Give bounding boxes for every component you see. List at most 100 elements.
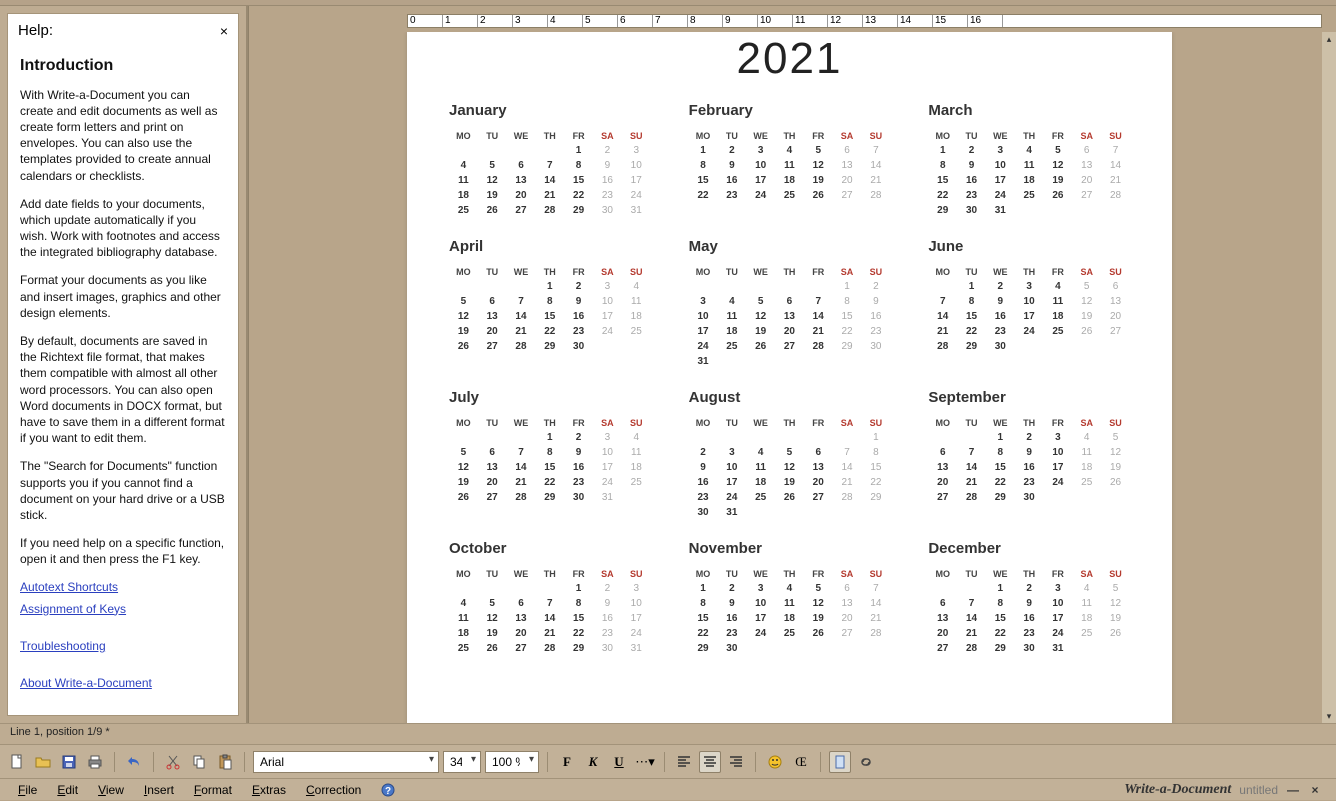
close-button[interactable]: × — [1308, 783, 1322, 797]
menu-edit[interactable]: Edit — [47, 781, 88, 799]
calendar-day: 3 — [986, 143, 1015, 158]
calendar-day — [535, 143, 564, 158]
calendar-day: 5 — [746, 294, 775, 309]
help-link[interactable]: Troubleshooting — [20, 638, 106, 654]
calendar-day: 10 — [1044, 596, 1073, 611]
menu-file[interactable]: File — [8, 781, 47, 799]
calendar-day: 29 — [689, 641, 718, 656]
menu-correction[interactable]: Correction — [296, 781, 371, 799]
year-heading: 2021 — [449, 34, 1130, 84]
calendar-day: 26 — [746, 339, 775, 354]
calendar-day: 3 — [593, 430, 622, 445]
calendar-day — [775, 430, 804, 445]
weekday-header: SU — [1101, 129, 1130, 143]
document-name: untitled — [1239, 783, 1278, 797]
scroll-down-icon[interactable]: ▾ — [1322, 709, 1336, 723]
calendar-day: 6 — [804, 445, 833, 460]
print-icon[interactable] — [84, 751, 106, 773]
calendar-day: 27 — [1101, 324, 1130, 339]
menu-insert[interactable]: Insert — [134, 781, 184, 799]
calendar-day: 6 — [928, 596, 957, 611]
calendar-day: 19 — [1072, 309, 1101, 324]
calendar-day: 28 — [861, 626, 890, 641]
help-link[interactable]: About Write-a-Document — [20, 675, 152, 691]
help-paragraph: Format your documents as you like and in… — [20, 272, 226, 321]
calendar-day: 14 — [507, 309, 536, 324]
cut-icon[interactable] — [162, 751, 184, 773]
minimize-button[interactable]: — — [1286, 783, 1300, 797]
calendar-day: 13 — [928, 460, 957, 475]
help-link[interactable]: Assignment of Keys — [20, 601, 126, 617]
calendar-day: 29 — [535, 339, 564, 354]
formatting-toolbar: F K U ⋯▾ Œ — [0, 744, 1336, 778]
link-icon[interactable] — [855, 751, 877, 773]
calendar-day: 25 — [775, 626, 804, 641]
align-left-icon[interactable] — [673, 751, 695, 773]
calendar-day: 4 — [622, 430, 651, 445]
calendar-day: 25 — [622, 475, 651, 490]
calendar-day: 5 — [804, 581, 833, 596]
scroll-up-icon[interactable]: ▴ — [1322, 32, 1336, 46]
save-icon[interactable] — [58, 751, 80, 773]
undo-icon[interactable] — [123, 751, 145, 773]
more-formatting-icon[interactable]: ⋯▾ — [634, 751, 656, 773]
calendar-day: 2 — [1015, 581, 1044, 596]
menu-extras[interactable]: Extras — [242, 781, 296, 799]
calendar-day — [775, 641, 804, 656]
calendar-day — [861, 505, 890, 520]
calendar-day: 30 — [717, 641, 746, 656]
bold-button[interactable]: F — [556, 751, 578, 773]
calendar-day: 23 — [593, 626, 622, 641]
font-family-select[interactable] — [253, 751, 439, 773]
calendar-day: 26 — [804, 188, 833, 203]
calendar-day: 11 — [449, 611, 478, 626]
calendar-day — [593, 339, 622, 354]
weekday-header: MO — [449, 416, 478, 430]
emoji-icon[interactable] — [764, 751, 786, 773]
calendar-day: 24 — [622, 626, 651, 641]
calendar-day: 2 — [689, 445, 718, 460]
month-february: FebruaryMOTUWETHFRSASU123456789101112131… — [689, 102, 891, 218]
help-link[interactable]: Autotext Shortcuts — [20, 579, 118, 595]
close-icon[interactable]: × — [220, 23, 228, 39]
open-folder-icon[interactable] — [32, 751, 54, 773]
calendar-day: 9 — [717, 596, 746, 611]
document-page[interactable]: 2021 JanuaryMOTUWETHFRSASU 1234567891011… — [407, 32, 1172, 723]
help-heading: Introduction — [20, 55, 226, 77]
calendar-day — [622, 339, 651, 354]
calendar-day: 17 — [746, 173, 775, 188]
zoom-select[interactable] — [485, 751, 539, 773]
copy-icon[interactable] — [188, 751, 210, 773]
calendar-day: 16 — [689, 475, 718, 490]
weekday-header: SA — [833, 567, 862, 581]
help-icon[interactable]: ? — [377, 779, 399, 801]
italic-button[interactable]: K — [582, 751, 604, 773]
weekday-header: SU — [861, 265, 890, 279]
page-viewport[interactable]: 2021 JanuaryMOTUWETHFRSASU 1234567891011… — [249, 32, 1322, 723]
calendar-day — [622, 490, 651, 505]
calendar-day: 2 — [1015, 430, 1044, 445]
vertical-scrollbar[interactable]: ▴ ▾ — [1322, 32, 1336, 723]
page-view-icon[interactable] — [829, 751, 851, 773]
month-january: JanuaryMOTUWETHFRSASU 123456789101112131… — [449, 102, 651, 218]
paste-icon[interactable] — [214, 751, 236, 773]
new-document-icon[interactable] — [6, 751, 28, 773]
menu-view[interactable]: View — [88, 781, 134, 799]
align-right-icon[interactable] — [725, 751, 747, 773]
weekday-header: FR — [564, 567, 593, 581]
calendar-day: 21 — [1101, 173, 1130, 188]
horizontal-ruler[interactable]: 012345678910111213141516 — [249, 6, 1322, 32]
calendar-day: 30 — [593, 641, 622, 656]
special-char-icon[interactable]: Œ — [790, 751, 812, 773]
calendar-day: 21 — [928, 324, 957, 339]
weekday-header: SU — [1101, 567, 1130, 581]
menubar: FileEditViewInsertFormatExtrasCorrection… — [0, 778, 1336, 800]
underline-button[interactable]: U — [608, 751, 630, 773]
month-name: July — [449, 389, 651, 406]
menu-format[interactable]: Format — [184, 781, 242, 799]
font-size-select[interactable] — [443, 751, 481, 773]
align-center-icon[interactable] — [699, 751, 721, 773]
calendar-day: 18 — [775, 611, 804, 626]
weekday-header: SA — [833, 416, 862, 430]
calendar-day: 21 — [804, 324, 833, 339]
